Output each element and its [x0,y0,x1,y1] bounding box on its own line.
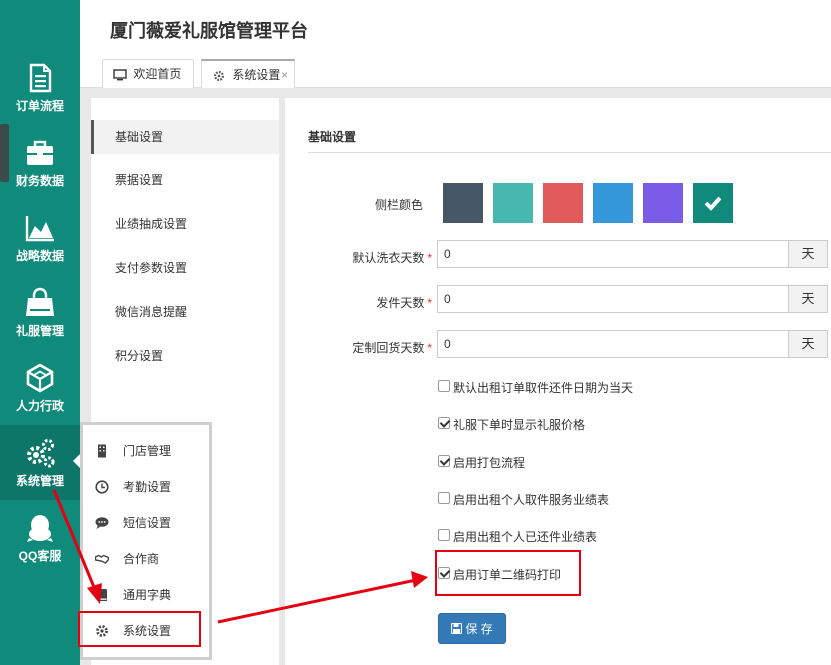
app-title: 厦门薇爱礼服馆管理平台 [110,21,308,41]
handshake-icon [95,554,109,564]
gears-icon [27,439,55,468]
unit-addon: 天 [788,240,828,268]
color-swatch-teal[interactable] [493,183,533,223]
submenu-item-store[interactable]: 门店管理 [83,433,209,469]
color-swatch-slate[interactable] [443,183,483,223]
monitor-icon [113,69,127,81]
sidebar-scroll-indicator [0,124,9,182]
sidebar-item-dress[interactable]: 礼服管理 [0,275,80,350]
floppy-disk-icon [451,623,463,634]
sidebar-item-strategy[interactable]: 战略数据 [0,200,80,275]
sidebar-item-label: QQ客服 [18,549,62,563]
sidebar-item-order-flow[interactable]: 订单流程 [0,50,80,125]
divider [308,152,831,153]
sidebar-item-label: 财务数据 [15,174,64,188]
settings-menu-basic[interactable]: 基础设置 [91,120,279,154]
tab-system-settings[interactable]: 系统设置 × [201,59,295,89]
unit-addon: 天 [788,330,828,358]
checkbox[interactable] [438,529,450,541]
submenu-item-partner[interactable]: 合作商 [83,541,209,577]
sidebar-item-label: 战略数据 [15,249,64,263]
annotation-box-qrcode-print [435,550,581,596]
unit-addon: 天 [788,285,828,313]
submenu-item-sms[interactable]: 短信设置 [83,505,209,541]
sidebar-item-system[interactable]: 系统管理 [0,425,81,500]
settings-menu-commission[interactable]: 业绩抽成设置 [91,207,279,241]
settings-menu-payment[interactable]: 支付参数设置 [91,251,279,285]
tab-welcome[interactable]: 欢迎首页 [102,59,194,89]
sidebar-item-hr[interactable]: 人力行政 [0,350,80,425]
cube-icon [26,363,54,393]
settings-menu-receipt[interactable]: 票据设置 [91,163,279,197]
color-swatch-purple[interactable] [643,183,683,223]
area-chart-icon [25,216,54,242]
sidebar-item-label: 礼服管理 [15,324,64,338]
checkbox[interactable] [438,492,450,504]
checkbox[interactable] [438,417,450,429]
color-swatch-red[interactable] [543,183,583,223]
sidebar-color-label: 侧栏颜色 [374,198,423,212]
sidebar-item-finance[interactable]: 财务数据 [0,125,80,200]
ship-days-input[interactable] [437,285,789,313]
color-swatch-blue[interactable] [593,183,633,223]
sidebar-item-label: 系统管理 [15,474,64,488]
document-icon [29,63,52,93]
save-button[interactable]: 保 存 [438,613,506,644]
section-title: 基础设置 [308,130,357,144]
custom-return-days-label: 定制回货天数 * [352,341,432,355]
check-icon [704,196,722,211]
settings-menu-points[interactable]: 积分设置 [91,339,279,373]
checkbox[interactable] [438,380,450,392]
tab-label: 系统设置 [232,68,281,82]
color-swatch-green[interactable] [693,183,733,223]
sidebar-item-label: 订单流程 [15,99,64,113]
chat-icon [95,517,109,529]
annotation-box-system-settings [78,611,201,647]
building-icon [98,444,106,458]
tab-bar: 欢迎首页 系统设置 × [80,56,831,89]
checkbox[interactable] [438,455,450,467]
wash-days-field: 天 [437,240,828,268]
ship-days-label: 发件天数 * [376,296,432,310]
wash-days-input[interactable] [437,240,789,268]
main-sidebar: 订单流程 财务数据 战略数据 礼服管理 人力行政 系统管理 QQ客服 [0,0,81,665]
ship-days-field: 天 [437,285,828,313]
settings-menu-wechat[interactable]: 微信消息提醒 [91,295,279,329]
book-icon [97,589,107,601]
gear-icon [214,70,224,81]
shopping-bag-icon [26,287,54,316]
custom-return-days-field: 天 [437,330,828,358]
custom-return-days-input[interactable] [437,330,789,358]
submenu-item-dictionary[interactable]: 通用字典 [83,577,209,613]
clock-icon [95,480,109,494]
qq-icon [27,515,53,542]
sidebar-item-qq[interactable]: QQ客服 [0,500,80,575]
sidebar-item-label: 人力行政 [15,399,64,413]
wash-days-label: 默认洗衣天数 * [352,251,432,265]
tab-label: 欢迎首页 [133,67,182,81]
briefcase-icon [27,140,53,165]
submenu-item-attendance[interactable]: 考勤设置 [83,469,209,505]
close-icon[interactable]: × [281,61,288,89]
